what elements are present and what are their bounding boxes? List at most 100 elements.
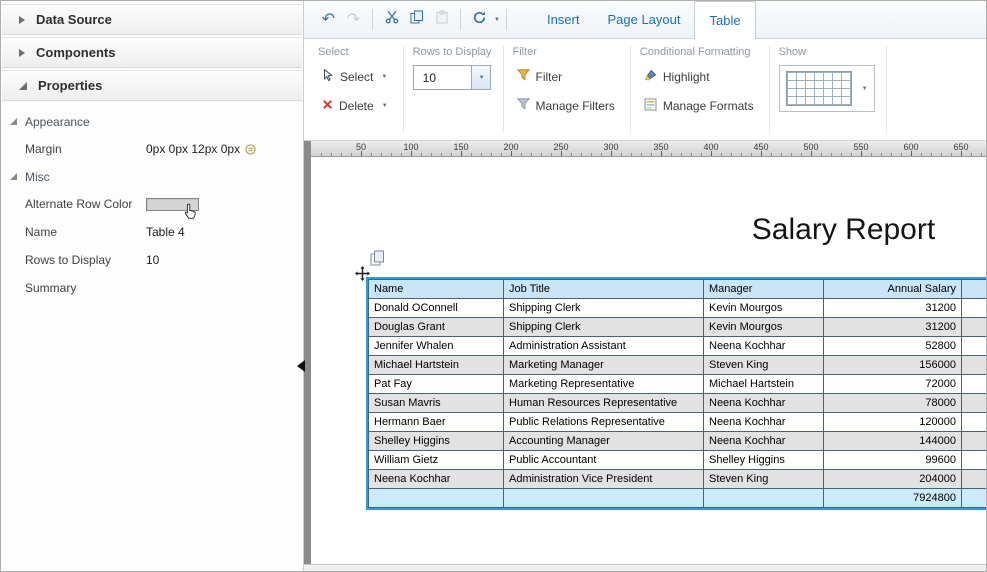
- move-handle-icon[interactable]: [355, 266, 370, 286]
- table-cell[interactable]: [962, 451, 987, 470]
- table-cell[interactable]: [962, 470, 987, 489]
- sidebar-section-components[interactable]: Components: [2, 37, 302, 68]
- table-row[interactable]: Michael HartsteinMarketing ManagerSteven…: [369, 356, 987, 375]
- table-cell[interactable]: Accounting Manager: [504, 432, 704, 451]
- table-cell[interactable]: 31200: [824, 299, 962, 318]
- column-header[interactable]: Manager: [704, 280, 824, 299]
- table-cell[interactable]: Shipping Clerk: [504, 299, 704, 318]
- show-grid-button[interactable]: ▼: [779, 65, 875, 112]
- table-cell[interactable]: [962, 375, 987, 394]
- copy-page-icon[interactable]: [370, 250, 385, 271]
- table-cell[interactable]: Administration Assistant: [504, 337, 704, 356]
- redo-button[interactable]: ↷: [341, 7, 366, 32]
- select-button[interactable]: Select ▼: [318, 65, 391, 88]
- manage-formats-button[interactable]: Manage Formats: [640, 94, 758, 117]
- tab-page-layout[interactable]: Page Layout: [593, 1, 694, 38]
- table-cell[interactable]: Douglas Grant: [369, 318, 504, 337]
- cut-button[interactable]: [379, 7, 404, 32]
- table-total-cell[interactable]: [504, 489, 704, 508]
- table-total-cell[interactable]: [962, 489, 987, 508]
- table-cell[interactable]: Donald OConnell: [369, 299, 504, 318]
- copy-button[interactable]: [404, 7, 429, 32]
- sidebar-section-properties[interactable]: Properties: [2, 70, 302, 101]
- table-cell[interactable]: Public Accountant: [504, 451, 704, 470]
- delete-button[interactable]: Delete ▼: [318, 94, 392, 117]
- tab-table[interactable]: Table: [694, 1, 755, 39]
- table-cell[interactable]: Kevin Mourgos: [704, 318, 824, 337]
- horizontal-scrollbar[interactable]: [304, 564, 987, 572]
- column-header[interactable]: [962, 280, 987, 299]
- table-row[interactable]: Douglas GrantShipping ClerkKevin Mourgos…: [369, 318, 987, 337]
- name-value[interactable]: Table 4: [146, 225, 185, 239]
- table-total-cell[interactable]: [704, 489, 824, 508]
- manage-filters-button[interactable]: Manage Filters: [513, 94, 619, 117]
- table-cell[interactable]: Marketing Manager: [504, 356, 704, 375]
- table-row[interactable]: Jennifer WhalenAdministration AssistantN…: [369, 337, 987, 356]
- table-cell[interactable]: Neena Kochhar: [704, 413, 824, 432]
- table-cell[interactable]: 72000: [824, 375, 962, 394]
- highlight-button[interactable]: Highlight: [640, 65, 714, 88]
- sidebar-collapse-handle[interactable]: [297, 360, 305, 372]
- table-cell[interactable]: [962, 413, 987, 432]
- table-cell[interactable]: [962, 318, 987, 337]
- table-cell[interactable]: Hermann Baer: [369, 413, 504, 432]
- table-cell[interactable]: Public Relations Representative: [504, 413, 704, 432]
- table-cell[interactable]: Shelley Higgins: [704, 451, 824, 470]
- undo-button[interactable]: ↶: [316, 7, 341, 32]
- table-row[interactable]: Susan MavrisHuman Resources Representati…: [369, 394, 987, 413]
- table-cell[interactable]: Human Resources Representative: [504, 394, 704, 413]
- table-cell[interactable]: Michael Hartstein: [704, 375, 824, 394]
- column-header[interactable]: Annual Salary: [824, 280, 962, 299]
- combo-dropdown-button[interactable]: ▼: [471, 66, 490, 89]
- paste-button[interactable]: [429, 7, 454, 32]
- table-row[interactable]: Shelley HigginsAccounting ManagerNeena K…: [369, 432, 987, 451]
- table-row[interactable]: Donald OConnellShipping ClerkKevin Mourg…: [369, 299, 987, 318]
- table-cell[interactable]: Shipping Clerk: [504, 318, 704, 337]
- salary-table[interactable]: NameJob TitleManagerAnnual SalaryDonald …: [368, 279, 987, 508]
- table-cell[interactable]: 156000: [824, 356, 962, 375]
- table-header-row[interactable]: NameJob TitleManagerAnnual Salary: [369, 280, 987, 299]
- table-cell[interactable]: Neena Kochhar: [369, 470, 504, 489]
- rows-to-display-value[interactable]: 10: [146, 253, 159, 267]
- table-cell[interactable]: Kevin Mourgos: [704, 299, 824, 318]
- table-total-row[interactable]: 7924800: [369, 489, 987, 508]
- table-row[interactable]: Neena KochharAdministration Vice Preside…: [369, 470, 987, 489]
- table-cell[interactable]: 120000: [824, 413, 962, 432]
- table-cell[interactable]: 78000: [824, 394, 962, 413]
- table-cell[interactable]: Neena Kochhar: [704, 337, 824, 356]
- margin-dialog-icon[interactable]: [245, 144, 256, 155]
- table-cell[interactable]: 204000: [824, 470, 962, 489]
- properties-group-appearance[interactable]: Appearance: [1, 108, 303, 135]
- table-cell[interactable]: Shelley Higgins: [369, 432, 504, 451]
- table-row[interactable]: Pat FayMarketing RepresentativeMichael H…: [369, 375, 987, 394]
- table-cell[interactable]: Michael Hartstein: [369, 356, 504, 375]
- table-cell[interactable]: Steven King: [704, 356, 824, 375]
- table-cell[interactable]: Marketing Representative: [504, 375, 704, 394]
- table-cell[interactable]: William Gietz: [369, 451, 504, 470]
- table-cell[interactable]: 31200: [824, 318, 962, 337]
- table-row[interactable]: Hermann BaerPublic Relations Representat…: [369, 413, 987, 432]
- table-cell[interactable]: 144000: [824, 432, 962, 451]
- table-total-cell[interactable]: 7924800: [824, 489, 962, 508]
- table-cell[interactable]: 52800: [824, 337, 962, 356]
- table-total-cell[interactable]: [369, 489, 504, 508]
- table-cell[interactable]: [962, 299, 987, 318]
- filter-button[interactable]: Filter: [513, 65, 567, 88]
- table-cell[interactable]: Pat Fay: [369, 375, 504, 394]
- margin-value[interactable]: 0px 0px 12px 0px: [146, 142, 240, 156]
- table-cell[interactable]: [962, 394, 987, 413]
- table-row[interactable]: William GietzPublic AccountantShelley Hi…: [369, 451, 987, 470]
- column-header[interactable]: Job Title: [504, 280, 704, 299]
- table-cell[interactable]: [962, 432, 987, 451]
- table-cell[interactable]: Jennifer Whalen: [369, 337, 504, 356]
- tab-insert[interactable]: Insert: [533, 1, 594, 38]
- table-cell[interactable]: [962, 337, 987, 356]
- table-cell[interactable]: 99600: [824, 451, 962, 470]
- report-title[interactable]: Salary Report: [311, 213, 987, 247]
- table-component[interactable]: NameJob TitleManagerAnnual SalaryDonald …: [366, 277, 987, 510]
- sidebar-section-data-source[interactable]: Data Source: [2, 4, 302, 35]
- preview-dropdown-caret[interactable]: ▼: [494, 17, 500, 23]
- table-cell[interactable]: [962, 356, 987, 375]
- properties-group-misc[interactable]: Misc: [1, 163, 303, 190]
- table-cell[interactable]: Steven King: [704, 470, 824, 489]
